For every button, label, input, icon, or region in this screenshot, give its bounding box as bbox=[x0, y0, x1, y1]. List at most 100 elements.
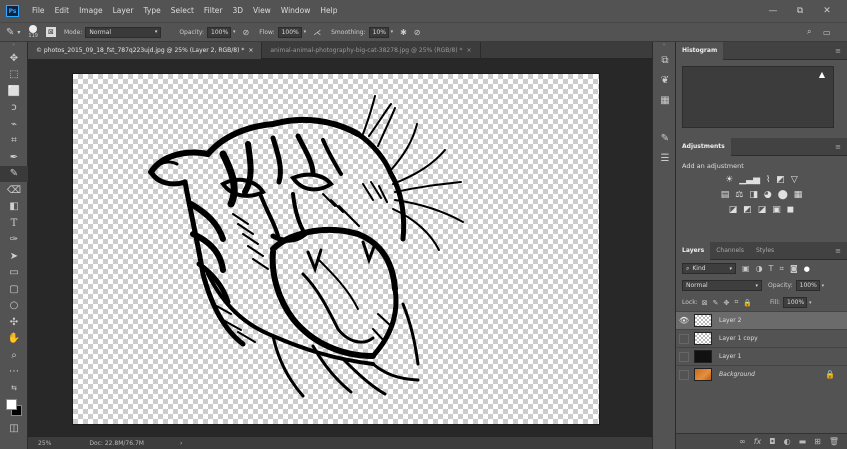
posterize-icon[interactable]: ◩ bbox=[743, 205, 752, 215]
fx-icon[interactable]: fx bbox=[754, 437, 762, 446]
chevron-down-icon[interactable]: ▾ bbox=[822, 283, 825, 289]
gear-icon[interactable]: ✱ bbox=[400, 28, 407, 37]
more-tools-icon[interactable]: ⋯ bbox=[0, 364, 28, 381]
chevron-down-icon[interactable]: ▾ bbox=[809, 300, 812, 306]
airbrush-icon[interactable]: ⋌ bbox=[313, 28, 321, 37]
tab-styles[interactable]: Styles bbox=[750, 242, 780, 260]
add-mask-icon[interactable]: ◘ bbox=[769, 437, 775, 446]
swap-colors-icon[interactable]: ⇆ bbox=[0, 380, 28, 397]
filter-adjustment-icon[interactable]: ◑ bbox=[756, 264, 763, 273]
lock-position-icon[interactable]: ✥ bbox=[723, 299, 729, 307]
levels-icon[interactable]: ▁▃▅ bbox=[739, 175, 760, 185]
hue-saturation-icon[interactable]: ▤ bbox=[721, 190, 730, 200]
tab-adjustments[interactable]: Adjustments bbox=[676, 137, 731, 156]
channel-mixer-icon[interactable]: ⬤ bbox=[778, 190, 788, 200]
new-layer-icon[interactable]: ⊞ bbox=[814, 437, 821, 446]
new-group-icon[interactable]: ▬ bbox=[799, 437, 807, 446]
curves-icon[interactable]: ⌇ bbox=[766, 175, 770, 185]
brush-tool-icon[interactable]: ✎ bbox=[6, 27, 14, 38]
visibility-toggle[interactable] bbox=[679, 369, 689, 380]
brush-settings-icon[interactable]: ✎ bbox=[653, 128, 677, 148]
close-icon[interactable]: × bbox=[248, 47, 253, 54]
menu-layer[interactable]: Layer bbox=[108, 0, 139, 22]
chevron-down-icon[interactable]: ▾ bbox=[391, 29, 394, 35]
chevron-down-icon[interactable]: ▾ bbox=[233, 29, 236, 35]
delete-layer-icon[interactable]: 🗑 bbox=[829, 437, 839, 446]
quick-select-tool-icon[interactable]: ⌁ bbox=[0, 116, 28, 133]
flow-input[interactable]: 100% bbox=[277, 26, 302, 38]
menu-select[interactable]: Select bbox=[166, 0, 199, 22]
zoom-tool-icon[interactable]: ⌕ bbox=[0, 347, 28, 364]
fill-input[interactable]: 100% bbox=[783, 297, 808, 308]
filter-toggle-icon[interactable]: ● bbox=[804, 265, 810, 273]
filter-pixel-icon[interactable]: ▣ bbox=[742, 264, 750, 273]
lock-all-icon[interactable]: 🔒 bbox=[743, 299, 752, 307]
layer-name[interactable]: Layer 2 bbox=[719, 317, 741, 324]
move-tool-icon[interactable]: ✥ bbox=[0, 50, 28, 67]
canvas-area[interactable] bbox=[28, 59, 652, 436]
foreground-color[interactable] bbox=[6, 398, 17, 410]
layer-row-layer-2[interactable]: 👁 Layer 2 bbox=[676, 311, 847, 329]
history-icon[interactable]: ⧉ bbox=[653, 50, 677, 70]
hand-tool-icon[interactable]: ✋ bbox=[0, 331, 28, 348]
visibility-toggle[interactable] bbox=[679, 333, 689, 344]
menu-file[interactable]: File bbox=[27, 0, 50, 22]
panel-menu-icon[interactable]: ≡ bbox=[835, 247, 841, 255]
close-icon[interactable]: × bbox=[467, 47, 472, 54]
chevron-down-icon[interactable]: ▾ bbox=[17, 29, 20, 36]
layer-row-layer-1[interactable]: Layer 1 bbox=[676, 347, 847, 365]
smoothing-input[interactable]: 10% bbox=[368, 26, 389, 38]
brush-tool-icon[interactable]: ✎ bbox=[0, 165, 28, 182]
layer-name[interactable]: Layer 1 bbox=[719, 353, 741, 360]
status-menu-arrow[interactable]: › bbox=[180, 440, 182, 447]
exposure-icon[interactable]: ◩ bbox=[776, 175, 785, 185]
lock-pixels-icon[interactable]: ✎ bbox=[713, 299, 719, 307]
color-balance-icon[interactable]: ⚖ bbox=[735, 190, 743, 200]
ellipse-tool-icon[interactable]: ○ bbox=[0, 298, 28, 315]
lock-artboard-icon[interactable]: ⌗ bbox=[734, 298, 738, 307]
layer-row-background[interactable]: Background 🔒 bbox=[676, 365, 847, 383]
gradient-tool-icon[interactable]: ◧ bbox=[0, 199, 28, 216]
warning-icon[interactable]: ▲ bbox=[819, 70, 825, 79]
custom-shape-tool-icon[interactable]: ✣ bbox=[0, 314, 28, 331]
threshold-icon[interactable]: ◪ bbox=[758, 205, 767, 215]
photo-filter-icon[interactable]: ◕ bbox=[764, 190, 772, 200]
menu-filter[interactable]: Filter bbox=[199, 0, 228, 22]
pen-tool-icon[interactable]: ✑ bbox=[0, 232, 28, 249]
blend-mode-select[interactable]: Normal ▾ bbox=[682, 280, 762, 291]
filter-shape-icon[interactable]: ⌗ bbox=[779, 264, 784, 274]
vibrance-icon[interactable]: ▽ bbox=[791, 175, 798, 185]
mode-select[interactable]: Normal ▾ bbox=[85, 26, 162, 38]
layer-name[interactable]: Background bbox=[719, 371, 755, 378]
tab-histogram[interactable]: Histogram bbox=[676, 41, 724, 60]
type-tool-icon[interactable]: T bbox=[0, 215, 28, 232]
layer-kind-select[interactable]: ⌕ Kind ▾ bbox=[682, 263, 736, 274]
marquee-tool-icon[interactable]: ⬜ bbox=[0, 83, 28, 100]
filter-smart-icon[interactable]: ◙ bbox=[790, 264, 798, 273]
menu-view[interactable]: View bbox=[248, 0, 276, 22]
quick-mask-icon[interactable]: ◫ bbox=[0, 421, 28, 438]
menu-edit[interactable]: Edit bbox=[50, 0, 75, 22]
gradient-map-icon[interactable]: ▣ bbox=[772, 205, 781, 215]
brush-preset-picker[interactable]: 119 bbox=[28, 25, 38, 39]
tab-channels[interactable]: Channels bbox=[710, 242, 750, 260]
search-icon[interactable]: ⌕ bbox=[807, 27, 811, 37]
panel-menu-icon[interactable]: ≡ bbox=[835, 143, 841, 151]
close-button[interactable]: ✕ bbox=[817, 0, 837, 22]
brush-settings-icon[interactable]: ⊠ bbox=[45, 27, 56, 37]
rounded-rect-tool-icon[interactable]: ▢ bbox=[0, 281, 28, 298]
restore-button[interactable]: ⧉ bbox=[790, 0, 810, 22]
lasso-tool-icon[interactable]: ↄ bbox=[0, 100, 28, 117]
panel-menu-icon[interactable]: ≡ bbox=[835, 47, 841, 55]
link-layers-icon[interactable]: ∞ bbox=[739, 437, 746, 446]
color-swatches[interactable] bbox=[0, 397, 28, 421]
menu-type[interactable]: Type bbox=[139, 0, 166, 22]
menu-3d[interactable]: 3D bbox=[227, 0, 248, 22]
tab-photos-2015[interactable]: © photos_2015_09_18_fst_787q223ujd.jpg @… bbox=[28, 42, 263, 59]
tab-big-cat[interactable]: animal-animal-photography-big-cat-38278.… bbox=[262, 42, 481, 59]
brightness-icon[interactable]: ☀ bbox=[725, 175, 733, 185]
crop-tool-icon[interactable]: ⌗ bbox=[0, 133, 28, 150]
workspace-icon[interactable]: ▭ bbox=[823, 28, 831, 37]
layer-opacity-input[interactable]: 100% bbox=[795, 280, 820, 291]
menu-help[interactable]: Help bbox=[315, 0, 342, 22]
